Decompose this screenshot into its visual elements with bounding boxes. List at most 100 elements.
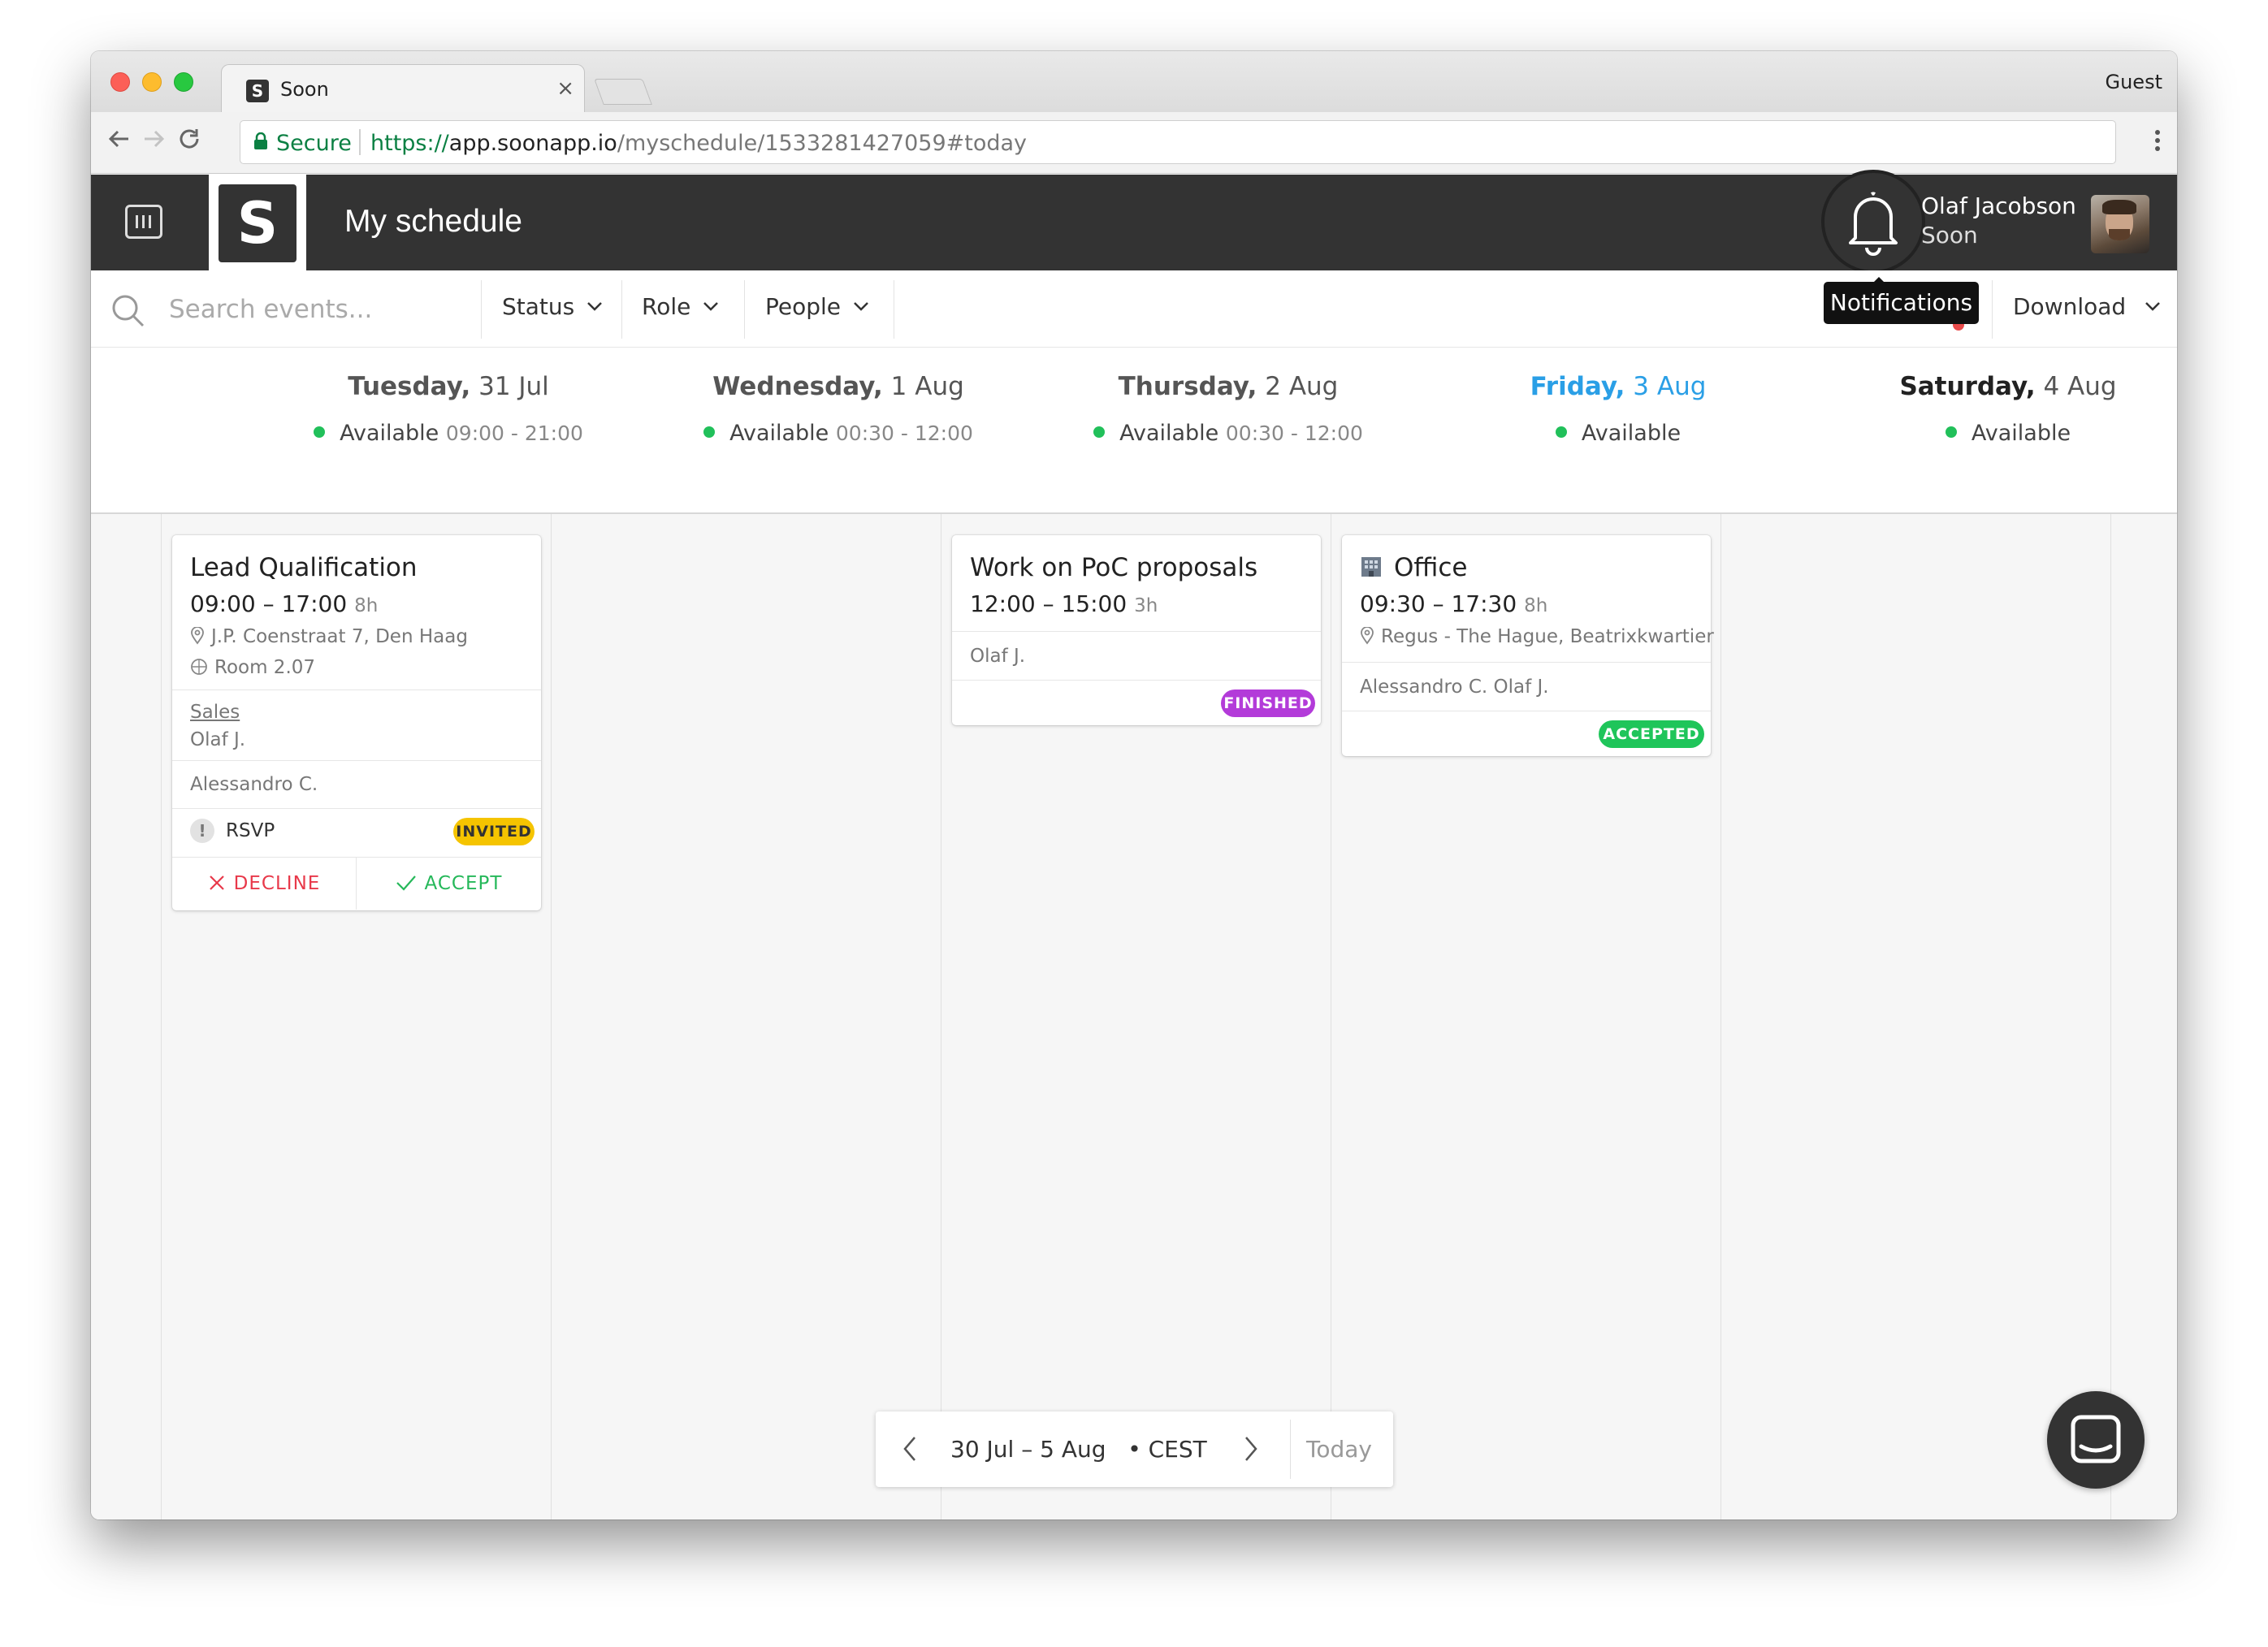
event-card-lead-qualification[interactable]: Lead Qualification 09:00 – 17:00 8h J.P.… [172, 535, 541, 910]
card-divider [952, 631, 1321, 632]
day-header-friday[interactable]: Friday, 3 Aug Available [1423, 348, 1813, 446]
forward-button[interactable] [141, 127, 166, 157]
card-divider [952, 680, 1321, 681]
people-dropdown[interactable]: People [765, 293, 869, 320]
rsvp-label: RSVP [226, 820, 275, 841]
chat-launcher-button[interactable] [2047, 1391, 2145, 1489]
nav-divider [1290, 1420, 1291, 1479]
event-card-office[interactable]: Office 09:30 – 17:30 8h Regus - The Hagu… [1342, 535, 1714, 756]
app-logo[interactable]: S [209, 175, 306, 270]
availability-dot-icon [703, 426, 716, 438]
decline-button[interactable]: DECLINE [172, 858, 356, 910]
accept-button[interactable]: ACCEPT [357, 858, 541, 910]
chevron-down-icon [703, 302, 719, 311]
minimize-window-button[interactable] [142, 72, 162, 92]
chevron-right-icon [1245, 1437, 1257, 1461]
address-bar[interactable]: Secure https://app.soonapp.io/myschedule… [240, 120, 2116, 164]
download-label: Download [2013, 293, 2127, 320]
availability-hours: 09:00 - 21:00 [445, 421, 583, 445]
people-label: People [765, 293, 842, 320]
tab-close-icon[interactable]: × [556, 76, 574, 101]
next-week-button[interactable] [1241, 1433, 1261, 1468]
day-weekday: Thursday, [1118, 372, 1257, 401]
arrow-left-icon [108, 130, 128, 148]
date-navigator: 30 Jul – 5 Aug • CEST Today [876, 1411, 1393, 1487]
app-header: S My schedule Olaf Jacobson Soon [91, 170, 2177, 274]
column-divider [551, 514, 552, 1519]
user-name[interactable]: Olaf Jacobson [1921, 192, 2076, 219]
schedule-grid: Lead Qualification 09:00 – 17:00 8h J.P.… [91, 514, 2177, 1519]
role-dropdown[interactable]: Role [642, 293, 719, 320]
close-icon [209, 875, 224, 890]
arrow-right-icon [145, 130, 165, 148]
event-title: Work on PoC proposals [970, 553, 1258, 582]
availability-hours: 00:30 - 12:00 [1225, 421, 1363, 445]
chevron-left-icon [903, 1437, 915, 1461]
event-attendees: Alessandro C. Olaf J. [1360, 677, 1549, 698]
url-scheme: https:// [370, 131, 449, 156]
event-card-poc-proposals[interactable]: Work on PoC proposals 12:00 – 15:00 3h O… [952, 535, 1321, 725]
previous-week-button[interactable] [900, 1433, 920, 1468]
bell-icon [1849, 192, 1898, 256]
location-pin-icon [1361, 627, 1374, 645]
avatar[interactable] [2091, 195, 2149, 253]
column-divider [2110, 514, 2111, 1519]
filter-bar: Status Role People Notifications Downloa… [91, 270, 2177, 348]
day-header-tuesday[interactable]: Tuesday, 31 Jul Available 09:00 - 21:00 [253, 348, 643, 446]
new-tab-button[interactable] [594, 79, 652, 105]
day-header-wednesday[interactable]: Wednesday, 1 Aug Available 00:30 - 12:00 [643, 348, 1033, 446]
url-text[interactable]: https://app.soonapp.io/myschedule/153328… [370, 131, 1027, 156]
room-icon [191, 659, 207, 675]
status-label: Status [502, 293, 575, 320]
sidebar-toggle-icon[interactable] [125, 205, 162, 239]
checkmark-icon [396, 875, 416, 891]
event-team-link[interactable]: Sales [190, 702, 240, 723]
availability-label: Available [729, 421, 829, 446]
lock-icon [254, 132, 267, 149]
download-dropdown[interactable]: Download [2013, 293, 2161, 320]
accept-label: ACCEPT [424, 873, 503, 894]
day-header-saturday[interactable]: Saturday, 4 Aug Available [1813, 348, 2177, 446]
event-time: 12:00 – 15:00 3h [970, 590, 1158, 617]
day-date: 31 Jul [478, 372, 549, 401]
zoom-window-button[interactable] [174, 72, 193, 92]
url-host: app.soonapp.io [448, 131, 617, 156]
card-divider [1342, 662, 1711, 663]
notifications-button[interactable] [1821, 170, 1925, 274]
guest-profile-label[interactable]: Guest [2106, 71, 2163, 93]
today-button[interactable]: Today [1306, 1436, 1372, 1463]
availability-dot-icon [314, 426, 326, 438]
browser-menu-icon[interactable] [2154, 128, 2161, 158]
event-owner: Olaf J. [190, 729, 246, 750]
reload-button[interactable] [177, 127, 201, 157]
status-badge: FINISHED [1221, 689, 1315, 717]
event-location: Regus - The Hague, Beatrixkwartier [1360, 626, 1714, 647]
availability-label: Available [1971, 421, 2071, 446]
notifications-tooltip: Notifications [1824, 277, 1979, 324]
day-date: 4 Aug [2043, 372, 2117, 401]
availability-label: Available [1581, 421, 1682, 446]
day-date: 3 Aug [1633, 372, 1707, 401]
event-title: Lead Qualification [190, 553, 418, 582]
browser-tab[interactable]: S Soon × [221, 64, 585, 113]
filter-divider [1992, 280, 1993, 339]
secure-label: Secure [276, 131, 352, 156]
day-header-thursday[interactable]: Thursday, 2 Aug Available 00:30 - 12:00 [1033, 348, 1423, 446]
filter-divider [621, 280, 622, 339]
status-dropdown[interactable]: Status [502, 293, 603, 320]
event-title: Office [1394, 553, 1468, 582]
date-range-label[interactable]: 30 Jul – 5 Aug • CEST [950, 1436, 1207, 1463]
status-badge: INVITED [453, 818, 535, 845]
event-time: 09:30 – 17:30 8h [1360, 590, 1547, 617]
search-input[interactable] [169, 292, 461, 327]
event-title-row: Office [1360, 553, 1468, 582]
url-divider [359, 129, 361, 155]
event-duration: 3h [1134, 595, 1158, 616]
day-weekday: Wednesday, [712, 372, 883, 401]
location-pin-icon [191, 627, 204, 645]
day-date: 2 Aug [1265, 372, 1339, 401]
close-window-button[interactable] [110, 72, 130, 92]
back-button[interactable] [107, 127, 132, 157]
favicon-icon: S [246, 80, 269, 102]
page-title: My schedule [344, 204, 522, 239]
